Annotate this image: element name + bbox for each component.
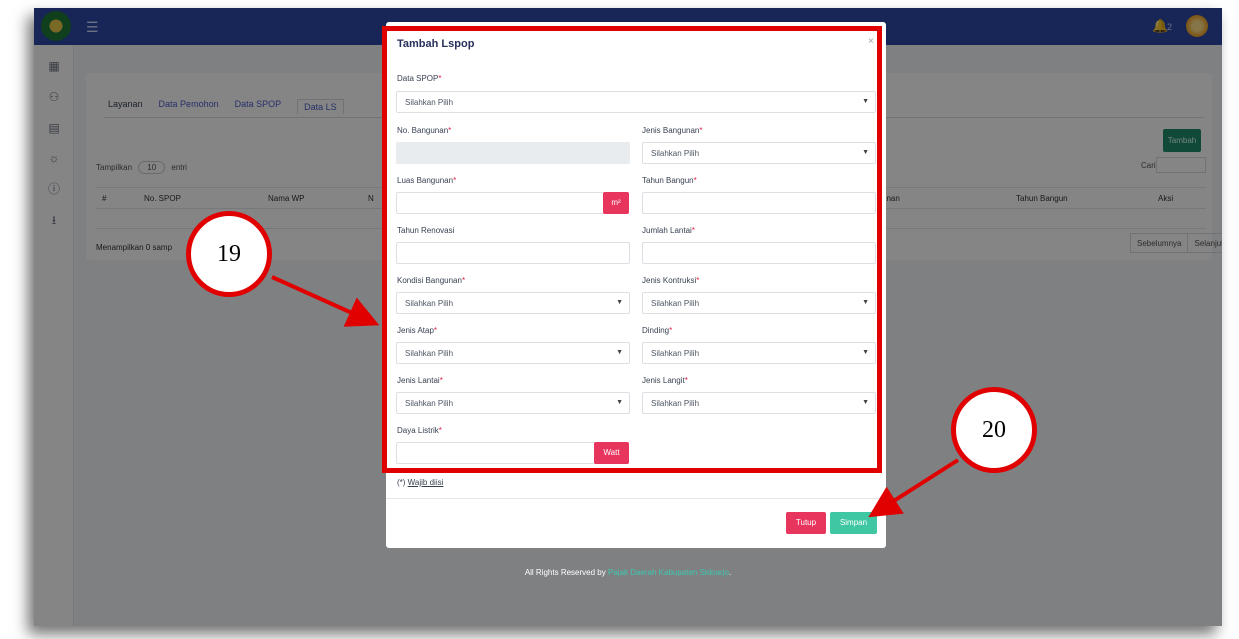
jenis-langit-select[interactable]: Silahkan Pilih ▼ [642, 392, 876, 414]
dinding-select[interactable]: Silahkan Pilih ▼ [642, 342, 876, 364]
jenis-atap-select[interactable]: Silahkan Pilih ▼ [396, 342, 630, 364]
close-icon[interactable]: × [868, 36, 874, 47]
watt-unit-addon: Watt [594, 442, 629, 464]
callout-19: 19 [186, 211, 272, 297]
label-jenis-langit: Jenis Langit* [642, 376, 688, 385]
label-daya-listrik: Daya Listrik* [397, 426, 442, 435]
footer-text: All Rights Reserved by [524, 568, 608, 577]
label-tahun-renovasi: Tahun Renovasi [397, 226, 455, 235]
tahun-renovasi-field[interactable] [396, 242, 630, 264]
label-kondisi-bangunan: Kondisi Bangunan* [397, 276, 466, 285]
label-no-bangunan: No. Bangunan* [397, 126, 452, 135]
label-jumlah-lantai: Jumlah Lantai* [642, 226, 695, 235]
callout-20: 20 [951, 387, 1037, 473]
label-jenis-atap: Jenis Atap* [397, 326, 438, 335]
tambah-lspop-modal: Tambah Lspop × Data SPOP* Silahkan Pilih… [386, 22, 886, 548]
jumlah-lantai-field[interactable] [642, 242, 876, 264]
required-note: (*) Wajib diisi [397, 478, 444, 487]
jenis-kontruksi-select[interactable]: Silahkan Pilih ▼ [642, 292, 876, 314]
footer-suffix: . [728, 568, 732, 577]
simpan-button[interactable]: Simpan [830, 512, 877, 534]
kondisi-bangunan-select[interactable]: Silahkan Pilih ▼ [396, 292, 630, 314]
tahun-bangun-field[interactable] [642, 192, 876, 214]
luas-bangunan-field[interactable] [396, 192, 604, 214]
m2-unit-addon: m² [603, 192, 629, 214]
wajib-diisi-link: Wajib diisi [407, 478, 444, 487]
modal-title: Tambah Lspop [397, 38, 475, 50]
daya-listrik-field[interactable] [396, 442, 596, 464]
footer: All Rights Reserved by Pajak Daerah Kabu… [34, 568, 1222, 577]
label-jenis-lantai: Jenis Lantai* [397, 376, 443, 385]
tutup-button[interactable]: Tutup [786, 512, 826, 534]
modal-footer-divider [386, 498, 886, 499]
data-spop-select[interactable]: Silahkan Pilih ▼ [396, 91, 876, 113]
no-bangunan-field[interactable] [396, 142, 630, 164]
label-data-spop: Data SPOP* [397, 74, 442, 83]
label-jenis-kontruksi: Jenis Kontruksi* [642, 276, 700, 285]
label-tahun-bangun: Tahun Bangun* [642, 176, 697, 185]
jenis-bangunan-select[interactable]: Silahkan Pilih ▼ [642, 142, 876, 164]
label-luas-bangunan: Luas Bangunan* [397, 176, 457, 185]
jenis-lantai-select[interactable]: Silahkan Pilih ▼ [396, 392, 630, 414]
label-dinding: Dinding* [642, 326, 673, 335]
label-jenis-bangunan: Jenis Bangunan* [642, 126, 703, 135]
footer-link[interactable]: Pajak Daerah Kabupaten Sidoarjo [608, 568, 729, 577]
